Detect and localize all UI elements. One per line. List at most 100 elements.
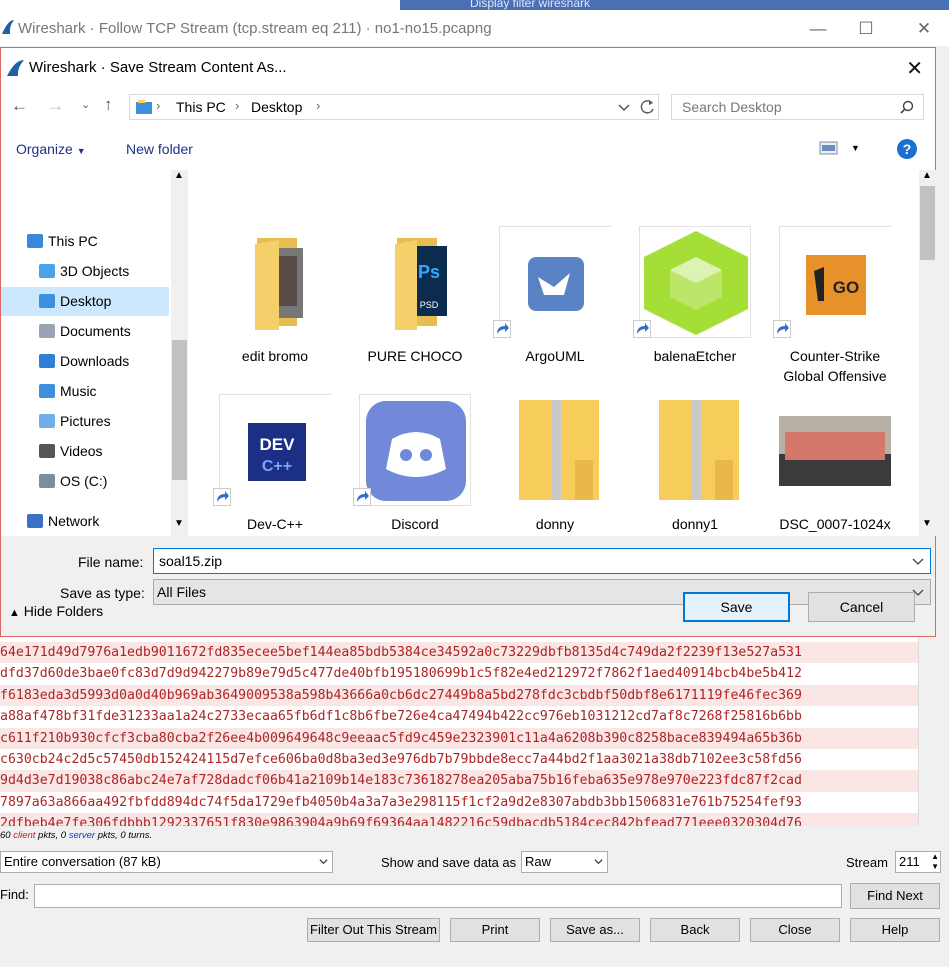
file-item[interactable]: ArgoUML (491, 216, 619, 381)
scroll-down-icon: ▼ (922, 518, 932, 529)
zip-folder-icon (499, 394, 611, 506)
nav-item-3d-objects[interactable]: 3D Objects (1, 257, 169, 286)
show-save-label: Show and save data as (381, 855, 517, 870)
file-item[interactable]: DEV C++ Dev-C++ (211, 384, 339, 536)
file-name-label: File name: (78, 554, 144, 570)
file-item[interactable]: DSC_0007-1024x (771, 384, 899, 536)
scroll-thumb[interactable] (920, 186, 935, 260)
save-dialog: Wireshark · Save Stream Content As... ✕ … (0, 47, 936, 637)
recent-chevron-icon[interactable]: ⌄ (81, 98, 90, 111)
file-item[interactable]: donny1 (631, 384, 759, 536)
stream-number-spinbox[interactable]: 211 ▲ ▼ (895, 851, 941, 873)
file-item[interactable]: balenaEtcher (631, 216, 759, 381)
pictures-icon (39, 414, 55, 428)
file-name-field[interactable]: soal15.zip (153, 548, 931, 574)
dialog-titlebar: Wireshark · Save Stream Content As... ✕ (1, 48, 935, 86)
maximize-icon[interactable]: ☐ (846, 16, 886, 42)
cancel-button[interactable]: Cancel (808, 592, 915, 622)
nav-item-os-c[interactable]: OS (C:) (1, 467, 169, 496)
address-dropdown-icon[interactable] (618, 103, 630, 113)
chevron-down-icon[interactable] (912, 557, 924, 567)
svg-text:GO: GO (833, 278, 859, 297)
photo-icon (779, 394, 891, 506)
file-list-scrollbar[interactable]: ▲ ▼ (919, 170, 936, 536)
new-folder-button[interactable]: New folder (126, 141, 193, 157)
print-button[interactable]: Print (450, 918, 540, 942)
hex-line: c630cb24c2d5c57450db152424115d7efce606ba… (0, 752, 802, 768)
file-item-label: ArgoUML (525, 348, 585, 364)
window-close-icon[interactable]: ✕ (904, 16, 944, 42)
search-input[interactable]: Search Desktop (671, 94, 924, 120)
nav-item-label: Documents (60, 323, 131, 339)
save-button[interactable]: Save (683, 592, 790, 622)
shortcut-arrow-icon (633, 320, 651, 338)
nav-item-desktop[interactable]: Desktop (1, 287, 169, 316)
hex-line: 64e171d49d7976a1edb9011672fd835ecee5bef1… (0, 642, 918, 664)
up-arrow-icon[interactable]: ↑ (104, 95, 113, 115)
dialog-bottom-panel: File name: soal15.zip Save as type: All … (1, 536, 935, 636)
filter-out-stream-button[interactable]: Filter Out This Stream (307, 918, 440, 942)
conversation-select[interactable]: Entire conversation (87 kB) (0, 851, 333, 873)
chevron-down-icon (594, 859, 603, 865)
find-next-button[interactable]: Find Next (850, 883, 940, 909)
breadcrumb-this-pc[interactable]: This PC (176, 99, 226, 115)
dialog-title: Wireshark · Save Stream Content As... (29, 59, 287, 76)
shortcut-arrow-icon (493, 320, 511, 338)
svg-text:C++: C++ (262, 458, 292, 475)
help-button[interactable]: Help (850, 918, 940, 942)
file-item-label: DSC_0007-1024x (779, 516, 891, 532)
nav-item-network[interactable]: Network (1, 507, 169, 536)
save-as-type-label: Save as type: (60, 585, 145, 601)
stream-stats: 60 client pkts, 0 server pkts, 0 turns. (0, 830, 153, 841)
address-bar[interactable]: › This PC › Desktop › (129, 94, 659, 120)
computer-icon (27, 234, 43, 248)
file-item[interactable]: GO Counter-Strike Global Offensive (771, 216, 899, 384)
close-button[interactable]: Close (750, 918, 840, 942)
file-item[interactable]: donny (491, 384, 619, 536)
back-arrow-icon[interactable]: ← (11, 96, 28, 116)
refresh-icon[interactable] (640, 99, 656, 115)
search-icon[interactable] (900, 100, 914, 114)
organize-button[interactable]: Organize ▼ (16, 141, 86, 157)
file-item-label: donny (535, 516, 575, 532)
nav-item-this-pc[interactable]: This PC (1, 227, 169, 256)
nav-item-downloads[interactable]: Downloads (1, 347, 169, 376)
music-icon (39, 384, 55, 398)
drive-icon (39, 474, 55, 488)
find-input[interactable] (34, 884, 842, 908)
hex-line: a88af478bf31fde31233aa1a24c2733ecaa65fb6… (0, 709, 802, 725)
file-item[interactable]: Ps PSD PURE CHOCO (351, 216, 479, 381)
nav-item-label: Desktop (60, 293, 112, 309)
file-item[interactable]: Discord (351, 384, 479, 536)
stream-content-area[interactable]: 64e171d49d7976a1edb9011672fd835ecee5bef1… (0, 630, 918, 826)
data-format-select[interactable]: Raw (521, 851, 608, 873)
shortcut-csgo-icon: GO (779, 226, 892, 339)
file-item-label: balenaEtcher (653, 348, 737, 364)
breadcrumb-desktop[interactable]: Desktop (251, 99, 302, 115)
scroll-up-icon: ▲ (174, 170, 184, 181)
save-as-button[interactable]: Save as... (550, 918, 640, 942)
minimize-icon[interactable]: — (798, 16, 838, 42)
help-icon[interactable]: ? (896, 138, 918, 160)
chevron-up-icon: ▲ (9, 607, 20, 619)
back-button[interactable]: Back (650, 918, 740, 942)
nav-item-videos[interactable]: Videos (1, 437, 169, 466)
svg-text:?: ? (903, 141, 912, 157)
forward-arrow-icon[interactable]: → (47, 96, 64, 116)
spin-arrows-icon[interactable]: ▲ ▼ (931, 852, 939, 872)
file-item[interactable]: edit bromo (211, 216, 339, 381)
stream-scrollbar[interactable] (918, 630, 937, 826)
view-options-icon[interactable] (819, 140, 839, 156)
close-icon[interactable]: ✕ (906, 56, 923, 81)
desktop-folder-icon (136, 100, 152, 114)
nav-item-documents[interactable]: Documents (1, 317, 169, 346)
navigation-scrollbar[interactable]: ▲ ▼ (171, 170, 188, 536)
follow-stream-titlebar: Wireshark · Follow TCP Stream (tcp.strea… (0, 10, 949, 46)
nav-item-pictures[interactable]: Pictures (1, 407, 169, 436)
file-item-label: edit bromo (241, 348, 309, 364)
nav-item-music[interactable]: Music (1, 377, 169, 406)
scroll-thumb[interactable] (172, 340, 187, 480)
hide-folders-toggle[interactable]: ▲ Hide Folders (9, 603, 103, 619)
view-dropdown-icon[interactable]: ▼ (851, 143, 860, 153)
follow-stream-title: Wireshark · Follow TCP Stream (tcp.strea… (18, 20, 492, 37)
